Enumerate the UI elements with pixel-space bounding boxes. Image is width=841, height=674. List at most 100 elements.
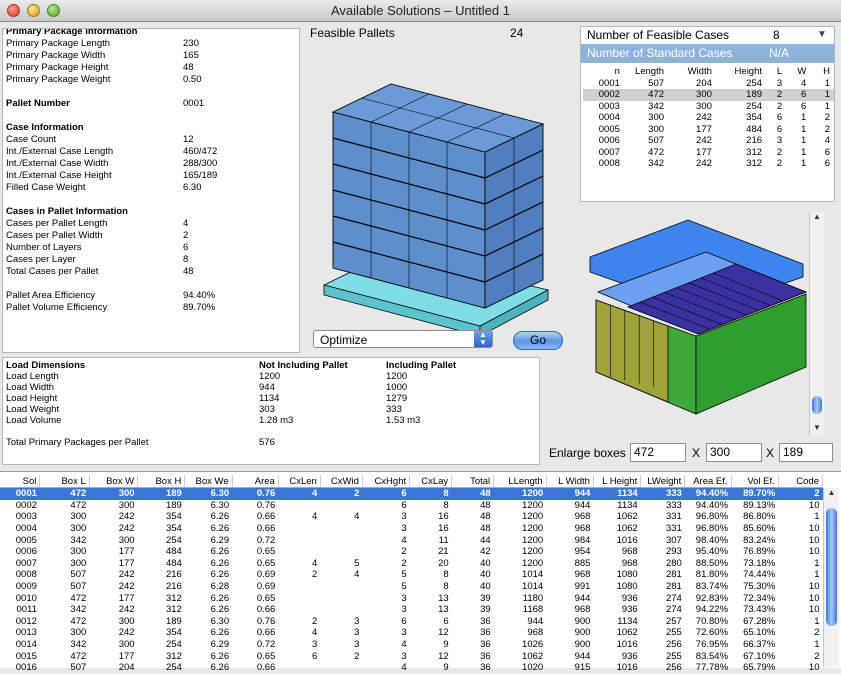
solution-row[interactable]: 0014 342 300 254 6.29 0.72 3 3 4 9 36 1026 900 1016 25…	[0, 639, 823, 651]
solutions-column-header[interactable]: Total	[451, 475, 495, 488]
scroll-down-icon[interactable]: ▼	[810, 423, 824, 436]
solutions-column-header[interactable]: CxLen	[278, 475, 321, 488]
solution-cell: 280	[665, 557, 682, 569]
case-cell: 2	[824, 123, 830, 135]
solution-cell: 10	[808, 592, 820, 604]
info-label: Int./External Case Height	[6, 170, 112, 181]
solutions-column-header[interactable]: LWeight	[640, 475, 686, 488]
solutions-column-header[interactable]: CxWid	[320, 475, 363, 488]
solutions-column-header[interactable]: Box H	[137, 475, 186, 488]
case-row[interactable]: 0005 300 177 484 6 1 2	[583, 124, 834, 136]
cases-column-header[interactable]: n	[583, 66, 624, 78]
solution-cell: 255	[665, 627, 682, 639]
go-button[interactable]: Go	[513, 331, 563, 350]
solution-cell: 1200	[493, 487, 547, 500]
solution-cell: 6.26	[210, 569, 230, 581]
enlarge-y-input[interactable]: 300	[706, 443, 762, 462]
case-row[interactable]: 0001 507 204 254 3 4 1	[583, 78, 834, 90]
case-cell: 300	[648, 123, 665, 135]
scroll-thumb[interactable]	[826, 508, 837, 626]
load-value-incl: 1279	[386, 393, 408, 404]
solution-cell	[320, 500, 362, 512]
solution-row[interactable]: 0011 342 242 312 6.26 0.66 3 13 39 1168 968 936 274 9…	[0, 604, 823, 616]
solution-row[interactable]: 0007 300 177 484 6.26 0.65 4 5 2 20 40 1200 885 968 28…	[0, 558, 823, 570]
cases-column-header[interactable]: H	[810, 66, 834, 78]
solution-cell: 9	[443, 662, 449, 674]
case-row[interactable]: 0006 507 242 216 3 1 4	[583, 135, 834, 147]
solution-cell	[320, 662, 362, 674]
solution-cell: 0012	[15, 615, 37, 627]
solutions-column-header[interactable]: Box L	[39, 475, 90, 488]
enlarge-separator-1: X	[692, 446, 701, 460]
solution-row[interactable]: 0013 300 242 354 6.26 0.66 4 3 3 12 36 968 900 1062 25…	[0, 627, 823, 639]
solutions-column-header[interactable]: Box W	[89, 475, 139, 488]
solution-row[interactable]: 0001 472 300 189 6.30 0.76 4 2 6 8 48 1200 944 1134 33…	[0, 487, 823, 500]
solution-row[interactable]: 0010 472 177 312 6.26 0.65 3 13 39 1180 944 936 274 9…	[0, 592, 823, 604]
solution-cell: 1	[814, 615, 820, 627]
container-view-scrollbar[interactable]: ▲ ▼	[809, 212, 824, 436]
feasible-cases-dropdown[interactable]: ▼	[817, 29, 827, 40]
cases-column-header[interactable]: W	[786, 66, 810, 78]
solution-cell: 968	[621, 546, 638, 558]
solutions-column-header[interactable]: L Width	[546, 475, 594, 488]
load-value-incl: 1200	[386, 371, 408, 382]
optimize-select[interactable]: Optimize ▲ ▼	[313, 330, 493, 348]
solution-cell: 6	[443, 615, 449, 627]
case-row[interactable]: 0007 472 177 312 2 1 6	[583, 147, 834, 159]
cases-column-header[interactable]: Height	[716, 66, 766, 78]
case-row[interactable]: 0002 472 300 189 2 6 1	[583, 89, 834, 101]
case-row[interactable]: 0004 300 242 354 6 1 2	[583, 112, 834, 124]
solution-cell: 1	[814, 639, 820, 651]
info-value: 6	[183, 242, 189, 253]
solution-row[interactable]: 0016 507 204 254 6.26 0.66 4 9 36 1020 915 1016 256 7…	[0, 662, 823, 674]
solutions-column-header[interactable]: Area Ef.	[684, 475, 732, 488]
solution-row[interactable]: 0004 300 242 354 6.26 0.66 3 16 48 1200 968 1062 331…	[0, 523, 823, 535]
cases-column-header[interactable]: Length	[624, 66, 668, 78]
solutions-column-header[interactable]: Sol	[0, 475, 41, 488]
solution-cell: 95.40%	[695, 546, 729, 558]
solution-cell: 83.74%	[695, 581, 729, 593]
solutions-column-header[interactable]: CxLay	[409, 475, 453, 488]
solution-row[interactable]: 0008 507 242 216 6.26 0.69 2 4 5 8 40 1014 968 1080 28…	[0, 569, 823, 581]
case-row[interactable]: 0003 342 300 254 2 6 1	[583, 101, 834, 113]
solution-cell: 3	[312, 639, 318, 651]
standard-cases-value: N/A	[769, 46, 790, 60]
solutions-column-header[interactable]: L Height	[593, 475, 642, 488]
solutions-column-header[interactable]: Vol Ef.	[731, 475, 779, 488]
solution-cell: 6.28	[210, 581, 230, 593]
cases-column-header[interactable]: Width	[668, 66, 716, 78]
solution-cell: 0.76	[232, 487, 279, 500]
scroll-up-icon[interactable]: ▲	[824, 488, 839, 501]
solutions-scrollbar[interactable]: ▲	[823, 488, 839, 667]
solution-cell: 1200	[522, 511, 544, 523]
solution-cell: 0.66	[256, 662, 276, 674]
case-row[interactable]: 0008 342 242 312 2 1 6	[583, 158, 834, 170]
solution-row[interactable]: 0003 300 242 354 6.26 0.66 4 4 3 16 48 1200 968 1062 3…	[0, 511, 823, 523]
scroll-up-icon[interactable]: ▲	[810, 212, 824, 225]
solutions-column-header[interactable]: CxHght	[362, 475, 411, 488]
solution-cell: 256	[665, 639, 682, 651]
load-value-excl: 1200	[259, 371, 281, 382]
solution-cell: 900	[574, 615, 591, 627]
solutions-column-header[interactable]: Code	[778, 475, 824, 488]
solution-row[interactable]: 0006 300 177 484 6.26 0.65 2 21 42 1200 954 968 293 9…	[0, 546, 823, 558]
solutions-column-header[interactable]: Box We	[184, 475, 233, 488]
load-value-excl: 303	[259, 404, 275, 415]
solution-cell: 3	[354, 639, 360, 651]
enlarge-z-input[interactable]: 189	[779, 443, 833, 462]
solution-cell: 242	[118, 627, 135, 639]
solution-row[interactable]: 0002 472 300 189 6.30 0.76 6 8 48 1200 944 1134 333 9…	[0, 500, 823, 512]
enlarge-x-input[interactable]: 472	[630, 443, 686, 462]
solutions-column-header[interactable]: Area	[232, 475, 279, 488]
solution-row[interactable]: 0012 472 300 189 6.30 0.76 2 3 6 6 36 944 900 1134 257…	[0, 616, 823, 628]
solution-cell: 1134	[617, 499, 638, 511]
cases-column-header[interactable]: L	[766, 66, 786, 78]
solution-row[interactable]: 0015 472 177 312 6.26 0.65 6 2 3 12 36 1062 944 936 25…	[0, 650, 823, 662]
scroll-thumb[interactable]	[812, 396, 822, 414]
solution-row[interactable]: 0009 507 242 216 6.28 0.69 5 8 40 1014 991 1080 281 8…	[0, 581, 823, 593]
solution-row[interactable]: 0005 342 300 254 6.29 0.72 4 11 44 1200 984 1016 307…	[0, 534, 823, 546]
solution-cell: 6	[401, 615, 407, 627]
solutions-column-header[interactable]: LLength	[493, 475, 547, 488]
info-label: Primary Package Height	[6, 62, 109, 73]
solution-cell: 900	[574, 639, 591, 651]
